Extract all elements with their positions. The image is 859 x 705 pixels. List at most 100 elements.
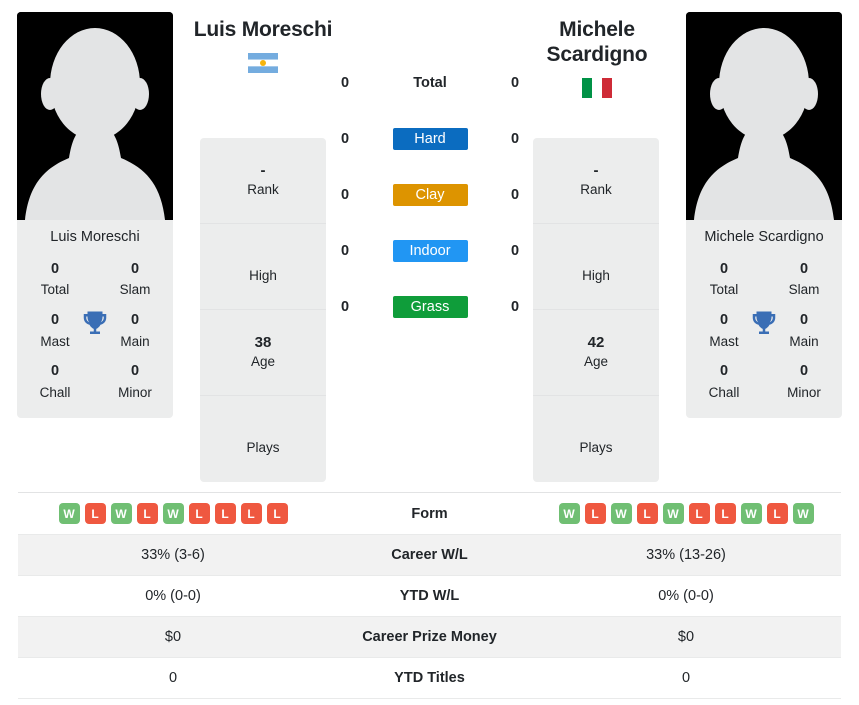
player-name-left[interactable]: Luis Moreschi [178,18,348,43]
table-row-career-prize-money: $0 Career Prize Money $0 [18,616,841,658]
career-prize-left: $0 [164,629,182,645]
titles-total-left: 0 Total [27,259,83,300]
surface-count-right: 0 [510,243,520,259]
surface-count-right: 0 [510,187,520,203]
form-badge-win: W [610,503,632,524]
form-badge-loss: L [636,503,658,524]
form-badge-loss: L [766,503,788,524]
info-rank-left: - Rank [200,138,326,224]
player-header-right: Michele Scardigno [512,18,682,98]
titles-value: 0 [799,260,809,277]
info-value: - [593,162,599,180]
titles-value: 0 [130,260,140,277]
surface-row-total: 0 Total 0 [330,55,530,111]
surface-count-left: 0 [340,131,350,147]
player-name-right[interactable]: Michele Scardigno [512,18,682,68]
titles-minor-left: 0 Minor [107,361,163,402]
titles-value: 0 [799,311,809,328]
form-cell-left: WLWLWLLLL [18,493,328,535]
form-badge-loss: L [584,503,606,524]
titles-grid-left: 0 Total 0 Slam 0 Mast 0 Main 0 Chall 0 M… [17,257,173,419]
surface-row-grass: 0 Grass 0 [330,279,530,335]
titles-mast-right: 0 Mast [696,310,752,351]
form-badge-win: W [662,503,684,524]
titles-label: Minor [118,384,152,400]
player-comparison-page: Luis Moreschi 0 Total 0 Slam 0 Mast 0 Ma… [0,0,859,705]
table-row-career-wl: 33% (3-6) Career W/L 33% (13-26) [18,534,841,576]
info-high-left: High [200,224,326,310]
info-value: 38 [254,334,272,352]
table-row-ytd-titles: 0 YTD Titles 0 [18,658,841,699]
info-age-left: 38 Age [200,310,326,396]
player-info-box-left: - Rank High 38 Age Plays [200,138,326,482]
titles-row: 0 Chall 0 Minor [27,361,163,402]
titles-label: Total [40,282,70,298]
surface-row-indoor: 0 Indoor 0 [330,223,530,279]
titles-value: 0 [50,311,60,328]
table-label-career-prize-money: Career Prize Money [362,629,497,645]
titles-value: 0 [130,363,140,380]
titles-row: 0 Total 0 Slam [696,259,832,300]
player-info-box-right: - Rank High 42 Age Plays [533,138,659,482]
titles-total-right: 0 Total [696,259,752,300]
player-card-left[interactable]: Luis Moreschi 0 Total 0 Slam 0 Mast 0 Ma… [17,12,173,419]
info-high-right: High [533,224,659,310]
form-badges-left: WLWLWLLLL [18,503,328,524]
info-label: Rank [247,181,279,197]
form-badge-loss: L [188,503,210,524]
table-row-form: WLWLWLLLL Form WLWLWLLWLW [18,493,841,535]
form-badge-loss: L [266,503,288,524]
surface-row-clay: 0 Clay 0 [330,167,530,223]
table-label-ytd-wl: YTD W/L [399,588,460,604]
ytd-titles-right: 0 [681,670,691,686]
ytd-wl-left: 0% (0-0) [145,588,201,604]
titles-label: Mast [40,333,70,349]
titles-label: Chall [39,384,71,400]
surface-label-indoor: Indoor [392,240,468,262]
titles-label: Mast [709,333,739,349]
info-label: Age [250,353,276,369]
titles-main-left: 0 Main [107,310,163,351]
titles-value: 0 [799,363,809,380]
argentina-flag-icon [248,52,278,73]
ytd-wl-right: 0% (0-0) [658,588,714,604]
surface-count-left: 0 [340,75,350,91]
comparison-header: Luis Moreschi 0 Total 0 Slam 0 Mast 0 Ma… [0,0,859,490]
table-label-ytd-titles: YTD Titles [394,670,465,686]
italy-flag-icon [582,77,612,98]
info-age-right: 42 Age [533,310,659,396]
info-plays-left: Plays [200,396,326,482]
titles-slam-right: 0 Slam [776,259,832,300]
titles-value: 0 [50,260,60,277]
trophy-icon [749,309,779,339]
form-badge-loss: L [240,503,262,524]
table-label-career-wl: Career W/L [391,547,468,563]
surface-label-grass: Grass [392,296,468,318]
form-badge-loss: L [214,503,236,524]
player-card-right[interactable]: Michele Scardigno 0 Total 0 Slam 0 Mast … [686,12,842,419]
titles-label: Slam [788,282,820,298]
surface-label-total: Total [413,75,447,91]
titles-slam-left: 0 Slam [107,259,163,300]
comparison-table: WLWLWLLLL Form WLWLWLLWLW 33% (3-6) Care… [18,492,841,699]
surface-count-right: 0 [510,299,520,315]
info-label: Age [583,353,609,369]
info-label: Plays [579,440,613,456]
form-badge-loss: L [136,503,158,524]
ytd-titles-left: 0 [168,670,178,686]
form-badge-loss: L [688,503,710,524]
titles-label: Main [789,333,819,349]
surface-titles-panel: 0 Total 0 0 Hard 0 0 Clay 0 0 Indoor 0 0 [330,55,530,335]
titles-row: 0 Total 0 Slam [27,259,163,300]
surface-count-left: 0 [340,243,350,259]
titles-value: 0 [719,363,729,380]
form-badge-loss: L [84,503,106,524]
titles-label: Slam [119,282,151,298]
titles-value: 0 [130,311,140,328]
titles-main-right: 0 Main [776,310,832,351]
titles-label: Total [709,282,739,298]
titles-value: 0 [719,311,729,328]
titles-label: Main [120,333,150,349]
titles-mast-left: 0 Mast [27,310,83,351]
form-badges-right: WLWLWLLWLW [531,503,841,524]
